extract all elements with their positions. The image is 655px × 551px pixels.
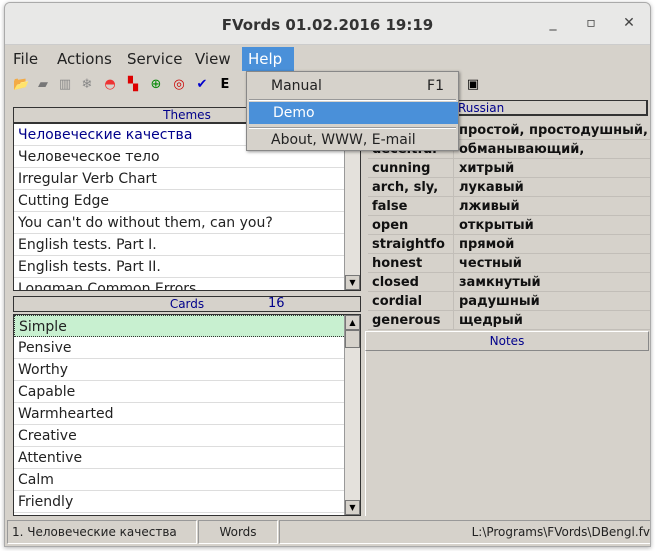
status-path: L:\Programs\FVords\DBengl.fv: [279, 520, 650, 544]
word-row[interactable]: closed замкнутый: [368, 273, 650, 292]
help-dropdown-menu: Manual F1 Demo About, WWW, E-mail: [246, 71, 459, 151]
card-item[interactable]: Worthy: [14, 359, 360, 381]
menu-item-about[interactable]: About, WWW, E-mail: [247, 129, 458, 151]
card-item[interactable]: Creative: [14, 425, 360, 447]
scroll-up-icon[interactable]: ▲: [345, 315, 360, 330]
card-item[interactable]: Simple: [14, 315, 360, 337]
word-russian: щедрый: [459, 313, 523, 328]
scroll-thumb[interactable]: [345, 330, 360, 348]
cards-icon[interactable]: ▚: [125, 77, 141, 93]
title-bar: FVords 01.02.2016 19:19 _ ▫ ✕: [5, 3, 650, 45]
maximize-button[interactable]: ▫: [581, 15, 601, 31]
rainbow-icon[interactable]: ◓: [102, 77, 118, 93]
theme-item[interactable]: English tests. Part I.: [14, 234, 360, 256]
words-grid: простой, простодушный,deceitfulобманываю…: [368, 121, 650, 330]
word-row[interactable]: straightfo прямой: [368, 235, 650, 254]
theme-item[interactable]: English tests. Part II.: [14, 256, 360, 278]
theme-item[interactable]: You can't do without them, can you?: [14, 212, 360, 234]
card-item[interactable]: Capable: [14, 381, 360, 403]
word-russian: открытый: [459, 218, 534, 233]
scroll-down-icon[interactable]: ▼: [345, 275, 360, 290]
menu-help[interactable]: Help: [242, 47, 294, 71]
word-english: generous: [368, 311, 454, 329]
app-window: FVords 01.02.2016 19:19 _ ▫ ✕ File Actio…: [4, 2, 651, 547]
save-icon[interactable]: ▣: [465, 77, 481, 93]
russian-column-header[interactable]: Russian: [455, 100, 648, 116]
card-item[interactable]: Attentive: [14, 447, 360, 469]
status-theme: 1. Человеческие качества: [7, 520, 197, 544]
word-russian: прямой: [459, 237, 515, 252]
word-english: straightfo: [368, 235, 454, 253]
snowflake-icon[interactable]: ❄: [79, 77, 95, 93]
manual-label: Manual: [271, 78, 322, 94]
scroll-down-icon[interactable]: ▼: [345, 500, 360, 515]
card-item[interactable]: Calm: [14, 469, 360, 491]
cards-count: 16: [268, 296, 285, 311]
cards-list: Simple Pensive Worthy Capable Warmhearted Cre…: [13, 314, 361, 516]
word-english: honest: [368, 254, 454, 272]
word-russian: лукавый: [459, 180, 524, 195]
word-row[interactable]: false лживый: [368, 197, 650, 216]
word-russian: честный: [459, 256, 522, 271]
word-row[interactable]: arch, sly, лукавый: [368, 178, 650, 197]
status-mode: Words: [198, 520, 278, 544]
word-russian: замкнутый: [459, 275, 541, 290]
menu-actions[interactable]: Actions: [51, 47, 118, 71]
folder-icon[interactable]: ▰: [35, 77, 51, 93]
word-english: arch, sly,: [368, 178, 454, 196]
menu-service[interactable]: Service: [121, 47, 188, 71]
target-icon[interactable]: ◎: [171, 77, 187, 93]
notes-header[interactable]: Notes: [365, 331, 649, 351]
word-row[interactable]: open открытый: [368, 216, 650, 235]
menu-view[interactable]: View: [189, 47, 237, 71]
word-russian: простой, простодушный,: [459, 123, 648, 138]
word-row[interactable]: cunning хитрый: [368, 159, 650, 178]
word-russian: лживый: [459, 199, 520, 214]
word-english: open: [368, 216, 454, 234]
theme-item[interactable]: Longman Common Errors: [14, 278, 360, 290]
word-russian: хитрый: [459, 161, 515, 176]
card-item[interactable]: Pensive: [14, 337, 360, 359]
theme-item[interactable]: Cutting Edge: [14, 190, 360, 212]
ex-icon[interactable]: E: [217, 77, 233, 93]
theme-item[interactable]: Irregular Verb Chart: [14, 168, 360, 190]
menu-separator: [249, 99, 456, 101]
word-english: closed: [368, 273, 454, 291]
manual-shortcut: F1: [427, 78, 444, 94]
menu-item-demo[interactable]: Demo: [249, 102, 458, 124]
card-item[interactable]: Warmhearted: [14, 403, 360, 425]
close-button[interactable]: ✕: [619, 15, 639, 31]
card-item[interactable]: Friendly: [14, 491, 360, 513]
word-row[interactable]: cordial радушный: [368, 292, 650, 311]
notes-area[interactable]: [365, 351, 649, 516]
spellcheck-icon[interactable]: ✔: [194, 77, 210, 93]
word-russian: обманывающий,: [459, 142, 585, 157]
minimize-button[interactable]: _: [543, 15, 563, 31]
target-green-icon[interactable]: ⊕: [148, 77, 164, 93]
menu-file[interactable]: File: [7, 47, 44, 71]
word-row[interactable]: generous щедрый: [368, 311, 650, 330]
word-english: cunning: [368, 159, 454, 177]
open-folder-icon[interactable]: 📂: [13, 77, 29, 93]
word-english: cordial: [368, 292, 454, 310]
book-icon[interactable]: ▥: [57, 77, 73, 93]
word-row[interactable]: honest честный: [368, 254, 650, 273]
menu-bar: File Actions Service View Help: [5, 47, 650, 71]
word-english: false: [368, 197, 454, 215]
cards-header[interactable]: Cards 16: [13, 296, 361, 312]
cards-scrollbar[interactable]: ▲ ▼: [344, 315, 360, 515]
cards-header-label: Cards: [169, 297, 205, 311]
word-russian: радушный: [459, 294, 540, 309]
menu-item-manual[interactable]: Manual F1: [247, 75, 458, 97]
